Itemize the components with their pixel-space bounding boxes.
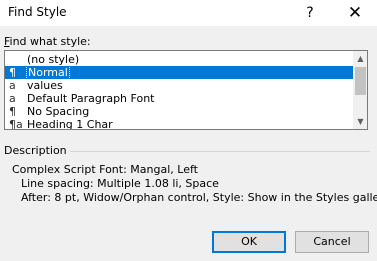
window-title: Find Style <box>8 5 67 19</box>
character-style-icon: a <box>9 92 16 105</box>
close-button[interactable]: ✕ <box>340 0 370 26</box>
description-divider <box>70 151 370 152</box>
ok-button[interactable]: OK <box>212 231 286 253</box>
linked-style-icon: ¶a <box>9 118 23 130</box>
style-listbox[interactable]: (no style) ¶ Normal a values a Default Paragra… <box>4 50 368 130</box>
style-list-item-label: No Spacing <box>27 105 90 118</box>
paragraph-style-icon: ¶ <box>9 105 16 118</box>
character-style-icon: a <box>9 79 16 92</box>
help-button[interactable]: ? <box>296 0 324 26</box>
style-list-item-label: Normal <box>26 65 70 80</box>
style-list-item[interactable]: a values <box>5 79 353 92</box>
description-heading: Description <box>4 144 67 157</box>
find-what-style-label: Find what style: <box>4 35 91 48</box>
style-list-item[interactable]: ¶ Normal <box>5 65 353 80</box>
description-line-3: After: 8 pt, Widow/Orphan control, Style… <box>21 191 377 204</box>
list-scrollbar[interactable]: ▲ ▼ <box>353 51 367 129</box>
style-list-item[interactable]: ¶a Heading 1 Char <box>5 118 353 130</box>
description-line-2: Line spacing: Multiple 1.08 li, Space <box>21 177 219 190</box>
style-list-item-label: values <box>27 79 63 92</box>
scroll-up-icon[interactable]: ▲ <box>353 51 367 66</box>
scroll-down-icon[interactable]: ▼ <box>353 114 367 129</box>
title-bar: Find Style ? ✕ <box>0 0 377 26</box>
style-list-item-label: Default Paragraph Font <box>27 92 155 105</box>
style-list: (no style) ¶ Normal a values a Default Paragra… <box>5 53 353 130</box>
scroll-thumb[interactable] <box>355 67 366 95</box>
paragraph-style-icon: ¶ <box>9 66 16 79</box>
cancel-button[interactable]: Cancel <box>295 231 369 253</box>
style-list-item-label: Heading 1 Char <box>27 118 113 130</box>
find-label-text: ind what style: <box>9 35 91 48</box>
style-list-item[interactable]: a Default Paragraph Font <box>5 92 353 105</box>
description-line-1: Complex Script Font: Mangal, Left <box>12 163 198 176</box>
style-list-item[interactable]: ¶ No Spacing <box>5 105 353 118</box>
